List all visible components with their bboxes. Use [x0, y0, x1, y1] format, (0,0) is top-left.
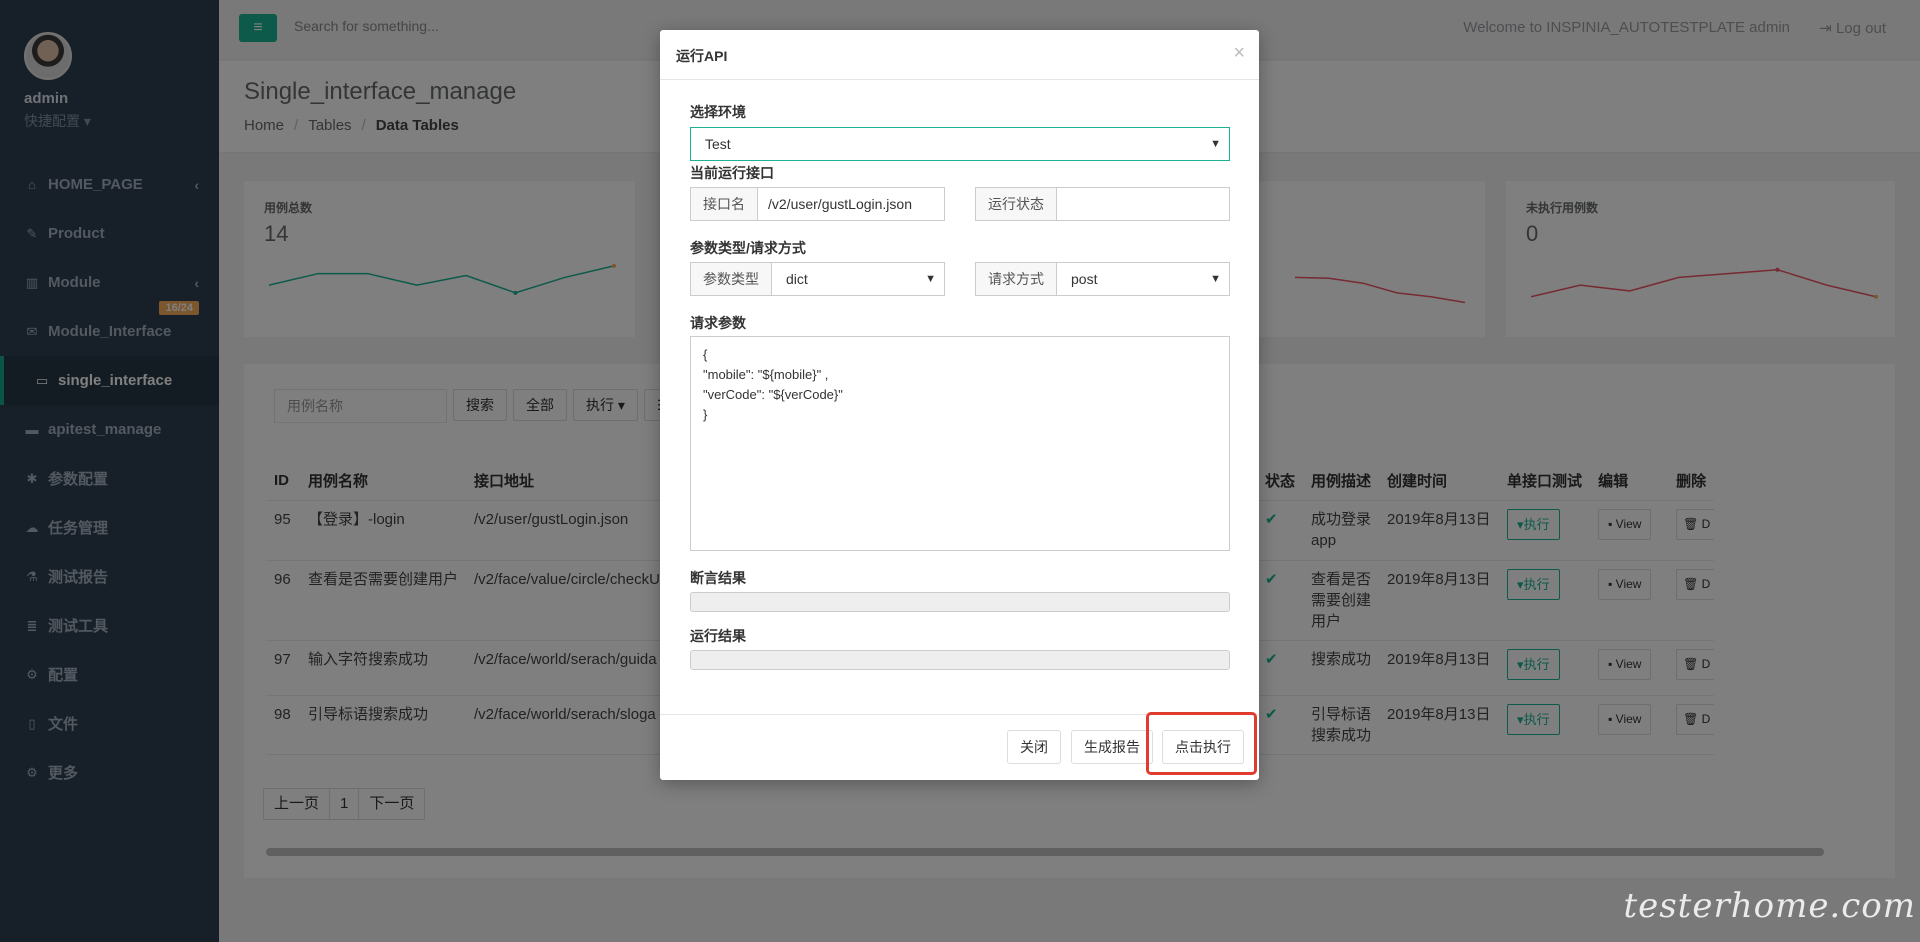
param-type-addon: 参数类型	[690, 262, 772, 296]
request-params-textarea[interactable]: { "mobile": "${mobile}" , "verCode": "${…	[690, 336, 1230, 551]
run-status-addon: 运行状态	[975, 187, 1057, 221]
method-select-value: post	[1071, 271, 1098, 287]
env-select[interactable]: Test ▼	[690, 127, 1230, 161]
close-icon[interactable]: ×	[1233, 42, 1245, 65]
param-type-select[interactable]: dict ▼	[771, 262, 945, 296]
modal-title: 运行API	[676, 48, 728, 64]
run-status-field[interactable]	[1056, 187, 1230, 221]
chevron-down-icon: ▼	[1210, 273, 1221, 285]
watermark: testerhome.com	[1623, 886, 1916, 926]
chevron-down-icon: ▼	[925, 273, 936, 285]
param-type-select-value: dict	[786, 271, 808, 287]
current-api-label: 当前运行接口	[690, 165, 774, 181]
generate-report-button[interactable]: 生成报告	[1071, 730, 1153, 764]
close-button[interactable]: 关闭	[1007, 730, 1061, 764]
run-api-modal: 运行API × 选择环境 Test ▼ 当前运行接口 接口名 /v2/user/…	[660, 30, 1259, 780]
env-select-value: Test	[705, 136, 731, 152]
run-result-field	[690, 650, 1230, 670]
modal-header: 运行API ×	[660, 30, 1259, 80]
api-name-addon: 接口名	[690, 187, 758, 221]
method-select[interactable]: post ▼	[1056, 262, 1230, 296]
run-button-highlight	[1146, 712, 1257, 775]
param-method-label: 参数类型/请求方式	[690, 240, 806, 256]
run-result-label: 运行结果	[690, 628, 746, 644]
request-params-label: 请求参数	[690, 315, 746, 331]
chevron-down-icon: ▼	[1210, 138, 1221, 150]
env-label: 选择环境	[690, 104, 746, 120]
api-name-field[interactable]: /v2/user/gustLogin.json	[757, 187, 945, 221]
method-addon: 请求方式	[975, 262, 1057, 296]
request-params-body: { "mobile": "${mobile}" , "verCode": "${…	[703, 347, 843, 422]
assert-result-field	[690, 592, 1230, 612]
assert-result-label: 断言结果	[690, 570, 746, 586]
